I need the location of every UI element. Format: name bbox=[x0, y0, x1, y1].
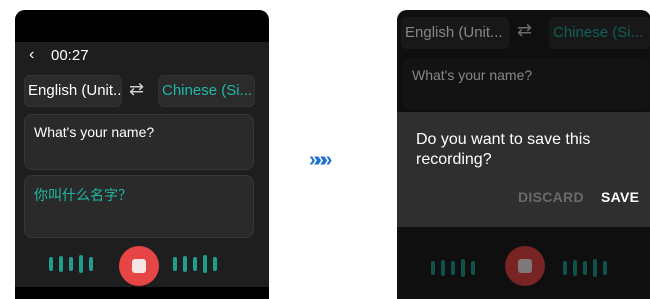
save-button[interactable]: SAVE bbox=[601, 189, 639, 205]
recording-header: ‹ 00:27 bbox=[15, 42, 269, 72]
save-recording-dialog: Do you want to save this recording? DISC… bbox=[397, 112, 650, 227]
back-chevron-icon[interactable]: ‹ bbox=[29, 46, 34, 64]
source-text-card: What's your name? bbox=[24, 114, 254, 170]
source-language-label: English (Unit... bbox=[28, 82, 122, 99]
navigation-bar bbox=[15, 287, 269, 299]
dialog-message: Do you want to save this recording? bbox=[416, 131, 591, 168]
save-dialog-screen: English (Unit... ⇄ Chinese (Si... What's… bbox=[397, 10, 650, 299]
waveform-left bbox=[49, 255, 93, 273]
target-language-button[interactable]: Chinese (Si... bbox=[158, 75, 255, 107]
translation-text-card: 你叫什么名字？ bbox=[24, 175, 254, 238]
status-bar bbox=[15, 10, 269, 42]
stop-icon bbox=[132, 259, 146, 273]
recording-timer: 00:27 bbox=[51, 47, 89, 64]
source-text: What's your name? bbox=[34, 124, 155, 140]
source-language-button[interactable]: English (Unit... bbox=[24, 75, 122, 107]
discard-button[interactable]: DISCARD bbox=[518, 189, 584, 205]
step-arrow-icon: »»» bbox=[309, 149, 332, 171]
translated-text: 你叫什么名字？ bbox=[34, 187, 132, 203]
swap-language-icon[interactable]: ⇄ bbox=[129, 79, 144, 100]
target-language-label: Chinese (Si... bbox=[162, 82, 253, 99]
recording-screen: ‹ 00:27 English (Unit... ⇄ Chinese (Si..… bbox=[15, 10, 269, 299]
stop-recording-button[interactable] bbox=[119, 246, 159, 286]
waveform-right bbox=[173, 255, 217, 273]
